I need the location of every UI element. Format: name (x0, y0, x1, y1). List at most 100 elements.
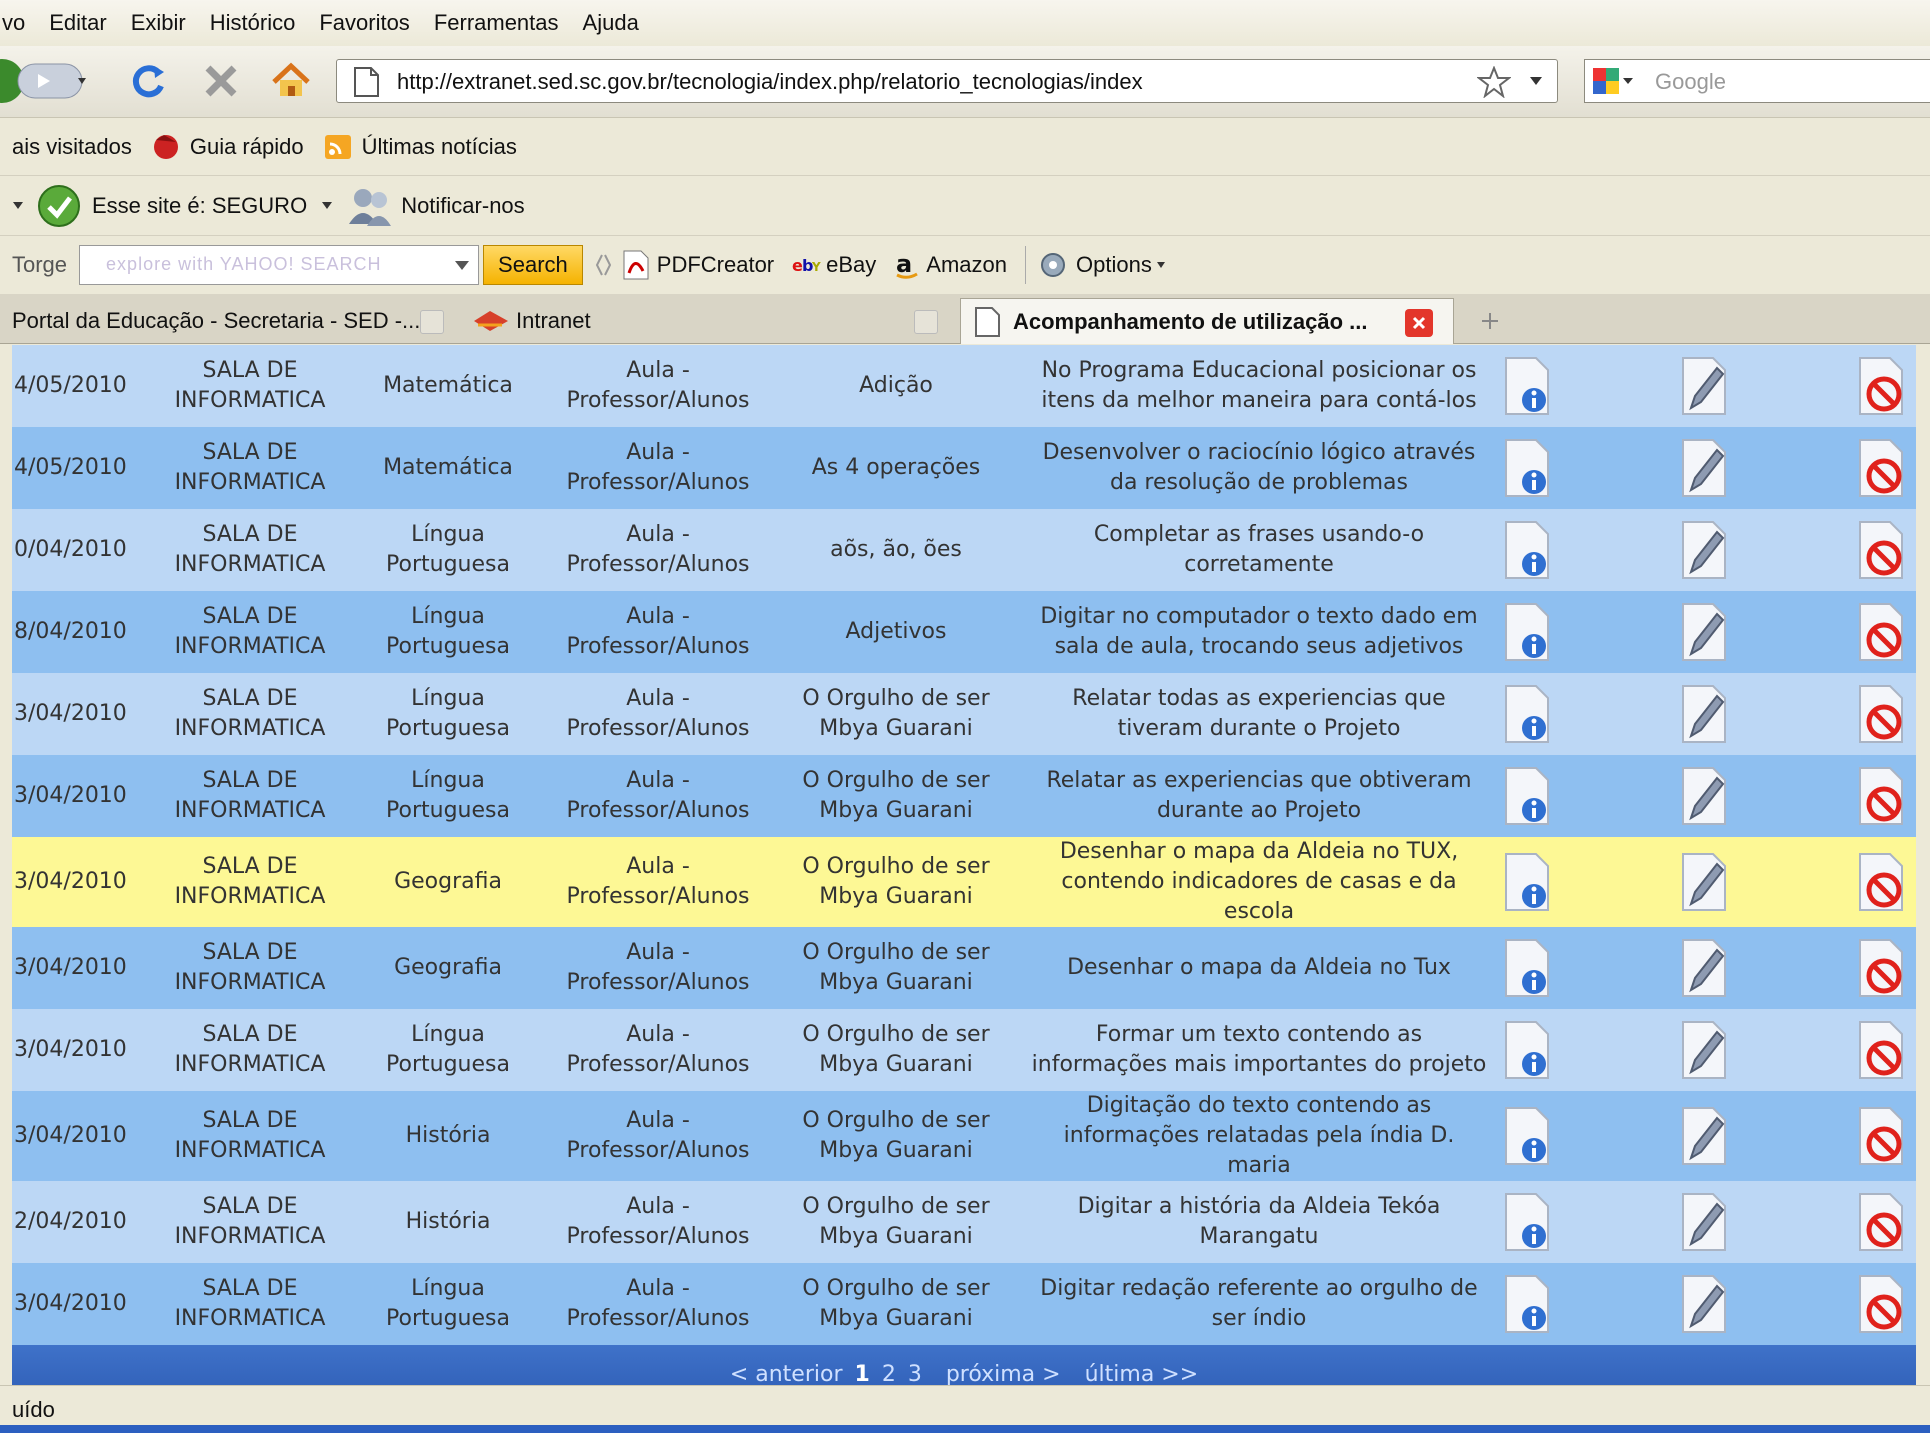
edit-button[interactable] (1677, 1190, 1733, 1254)
reload-button[interactable] (128, 60, 170, 102)
cell-description: Digitar no computador o texto dado em sa… (1026, 591, 1492, 673)
edit-button[interactable] (1677, 354, 1733, 418)
pager-page-2[interactable]: 2 (882, 1362, 896, 1387)
back-forward-button[interactable] (0, 58, 100, 104)
yahoo-search-button[interactable]: Search (483, 245, 583, 285)
view-details-button[interactable] (1500, 1018, 1556, 1082)
close-tab-button[interactable] (420, 310, 444, 334)
table-row[interactable]: 3/04/2010 SALA DE INFORMATICA Geografia Aul… (12, 837, 1916, 927)
delete-button[interactable] (1854, 518, 1910, 582)
ebay-icon: e bY (792, 256, 821, 275)
edit-button[interactable] (1677, 1104, 1733, 1168)
security-status[interactable]: Esse site é: SEGURO (92, 193, 307, 219)
table-row[interactable]: 3/04/2010 SALA DE INFORMATICA Língua Portu… (12, 673, 1916, 755)
edit-button[interactable] (1677, 1018, 1733, 1082)
search-box[interactable]: Google (1584, 59, 1930, 103)
cell-description: Digitar a história da Aldeia Tekóa Maran… (1026, 1181, 1492, 1263)
table-row[interactable]: 2/04/2010 SALA DE INFORMATICA História Aula… (12, 1181, 1916, 1263)
menu-tools[interactable]: Ferramentas (434, 10, 559, 36)
edit-button[interactable] (1677, 764, 1733, 828)
edit-button[interactable] (1677, 936, 1733, 1000)
pager-next[interactable]: próxima > (946, 1362, 1061, 1387)
view-details-button[interactable] (1500, 936, 1556, 1000)
view-details-button[interactable] (1500, 436, 1556, 500)
pencil-icon (1682, 357, 1726, 415)
delete-button[interactable] (1854, 1104, 1910, 1168)
delete-button[interactable] (1854, 682, 1910, 746)
menu-help[interactable]: Ajuda (583, 10, 639, 36)
table-row[interactable]: 3/04/2010 SALA DE INFORMATICA Língua Portu… (12, 1263, 1916, 1345)
chevron-down-icon[interactable] (321, 201, 333, 211)
table-row[interactable]: 3/04/2010 SALA DE INFORMATICA Língua Portu… (12, 755, 1916, 837)
security-toolbar: Esse site é: SEGURO Notificar-nos (0, 176, 1930, 236)
bookmark-most-visited[interactable]: ais visitados (12, 134, 132, 160)
edit-button[interactable] (1677, 436, 1733, 500)
tab-acompanhamento[interactable]: Acompanhamento de utilização ... (960, 298, 1454, 344)
table-row[interactable]: 3/04/2010 SALA DE INFORMATICA Língua Portu… (12, 1009, 1916, 1091)
pager-page-3[interactable]: 3 (908, 1362, 922, 1387)
amazon-button[interactable]: a Amazon (894, 250, 1007, 280)
options-button[interactable]: Options (1038, 250, 1166, 280)
delete-button[interactable] (1854, 600, 1910, 664)
delete-button[interactable] (1854, 764, 1910, 828)
drag-handle-icon[interactable] (595, 253, 611, 277)
chevron-down-icon[interactable] (12, 201, 24, 211)
table-row[interactable]: 3/04/2010 SALA DE INFORMATICA História Aula… (12, 1091, 1916, 1181)
view-details-button[interactable] (1500, 764, 1556, 828)
menu-view[interactable]: Exibir (131, 10, 186, 36)
delete-button[interactable] (1854, 850, 1910, 914)
view-details-button[interactable] (1500, 1272, 1556, 1336)
view-details-button[interactable] (1500, 1190, 1556, 1254)
bookmark-latest-news[interactable]: Últimas notícias (322, 132, 517, 162)
close-tab-button[interactable] (914, 310, 938, 334)
delete-button[interactable] (1854, 1018, 1910, 1082)
chevron-down-icon[interactable] (1529, 76, 1543, 86)
view-details-button[interactable] (1500, 682, 1556, 746)
view-details-button[interactable] (1500, 518, 1556, 582)
pager-page-1[interactable]: 1 (855, 1362, 870, 1387)
edit-button[interactable] (1677, 850, 1733, 914)
bookmark-quick-guide[interactable]: Guia rápido (150, 132, 304, 162)
tab-intranet[interactable]: Intranet (460, 298, 950, 344)
edit-button[interactable] (1677, 600, 1733, 664)
table-row[interactable]: 4/05/2010 SALA DE INFORMATICA Matemática Au… (12, 427, 1916, 509)
bookmark-label: ais visitados (12, 133, 132, 159)
menu-edit[interactable]: Editar (49, 10, 106, 36)
chevron-down-icon (1156, 262, 1165, 268)
address-bar[interactable]: http://extranet.sed.sc.gov.br/tecnologia… (336, 59, 1558, 103)
tab-portal-educacao[interactable]: Portal da Educação - Secretaria - SED -.… (0, 298, 456, 344)
cell-discipline: História (346, 1091, 550, 1181)
menu-file[interactable]: vo (2, 10, 25, 36)
pdfcreator-button[interactable]: PDFCreator (621, 249, 774, 281)
ebay-button[interactable]: ebY eBay (792, 252, 876, 278)
menu-history[interactable]: Histórico (210, 10, 296, 36)
home-button[interactable] (270, 60, 312, 102)
view-details-button[interactable] (1500, 600, 1556, 664)
notify-button[interactable]: Notificar-nos (401, 193, 524, 219)
delete-button[interactable] (1854, 354, 1910, 418)
table-row[interactable]: 8/04/2010 SALA DE INFORMATICA Língua Portu… (12, 591, 1916, 673)
view-details-button[interactable] (1500, 850, 1556, 914)
delete-button[interactable] (1854, 436, 1910, 500)
star-icon[interactable] (1477, 66, 1511, 98)
view-details-button[interactable] (1500, 354, 1556, 418)
delete-button[interactable] (1854, 1272, 1910, 1336)
chevron-down-icon[interactable] (454, 260, 470, 272)
pager-last[interactable]: última >> (1085, 1362, 1199, 1387)
table-row[interactable]: 4/05/2010 SALA DE INFORMATICA Matemática Au… (12, 345, 1916, 427)
new-tab-button[interactable] (1464, 298, 1516, 344)
bookmark-label: Últimas notícias (361, 133, 517, 159)
table-row[interactable]: 3/04/2010 SALA DE INFORMATICA Geografia Aul… (12, 927, 1916, 1009)
delete-button[interactable] (1854, 936, 1910, 1000)
view-details-button[interactable] (1500, 1104, 1556, 1168)
pager-previous[interactable]: < anterior (730, 1362, 843, 1387)
close-tab-button[interactable] (1405, 309, 1433, 337)
edit-button[interactable] (1677, 518, 1733, 582)
delete-button[interactable] (1854, 1190, 1910, 1254)
table-row[interactable]: 0/04/2010 SALA DE INFORMATICA Língua Portu… (12, 509, 1916, 591)
yahoo-search-input[interactable]: explore with YAHOO! SEARCH (79, 245, 480, 285)
edit-button[interactable] (1677, 682, 1733, 746)
stop-button[interactable] (200, 60, 242, 102)
edit-button[interactable] (1677, 1272, 1733, 1336)
menu-bookmarks[interactable]: Favoritos (319, 10, 409, 36)
